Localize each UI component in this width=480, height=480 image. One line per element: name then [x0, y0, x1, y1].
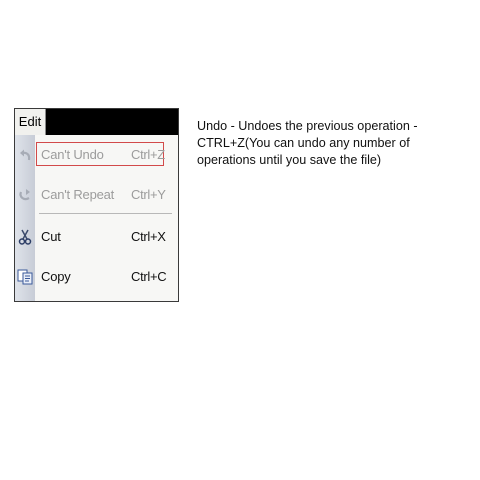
undo-arrow-icon	[17, 146, 33, 164]
copy-icon	[17, 268, 33, 286]
menu-item-label: Can't Repeat	[41, 187, 115, 202]
undo-description: Undo - Undoes the previous operation - C…	[197, 119, 418, 167]
repeat-arrow-icon	[17, 186, 33, 204]
scissors-icon	[17, 228, 33, 246]
menu-item-label: Cut	[41, 229, 61, 244]
menu-item-label: Copy	[41, 269, 71, 284]
menu-item-cut[interactable]: Cut Ctrl+X	[15, 221, 178, 253]
menu-item-label: Can't Undo	[41, 147, 104, 162]
menu-item-shortcut: Ctrl+Z	[131, 147, 165, 162]
edit-menu-screenshot: Edit Can't Undo Ctrl+Z Can't Repeat Ctrl…	[14, 108, 179, 302]
menu-item-copy[interactable]: Copy Ctrl+C	[15, 261, 178, 293]
menu-item-repeat[interactable]: Can't Repeat Ctrl+Y	[15, 179, 178, 211]
menu-item-undo[interactable]: Can't Undo Ctrl+Z	[15, 139, 178, 171]
menu-item-shortcut: Ctrl+Y	[131, 187, 166, 202]
menu-bar: Edit	[15, 109, 178, 135]
menu-separator	[39, 213, 172, 214]
edit-menu-title[interactable]: Edit	[15, 109, 46, 135]
menu-item-shortcut: Ctrl+X	[131, 229, 166, 244]
menu-item-shortcut: Ctrl+C	[131, 269, 167, 284]
